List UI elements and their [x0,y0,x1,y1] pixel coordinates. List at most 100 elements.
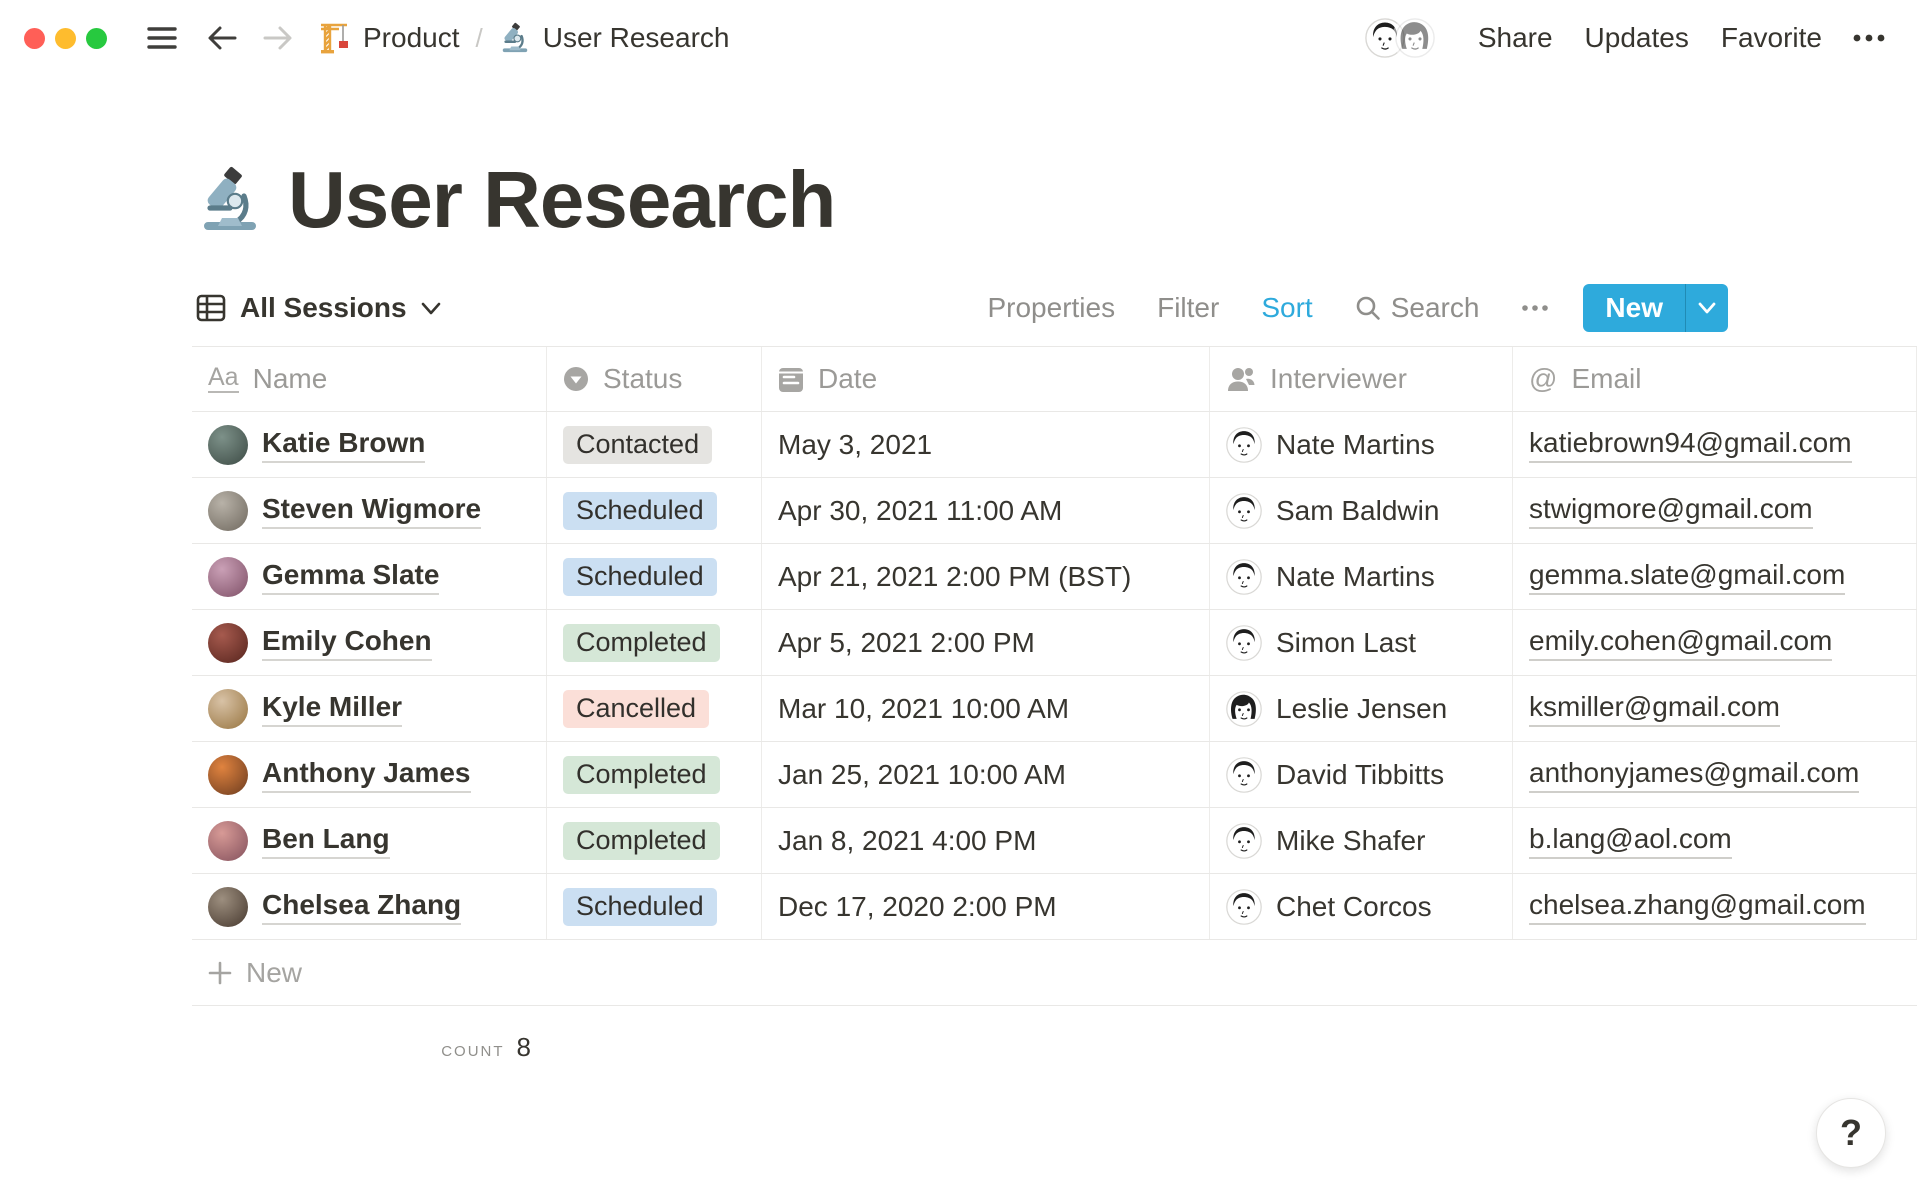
column-header-status[interactable]: Status [547,347,762,411]
date-cell[interactable]: Apr 5, 2021 2:00 PM [762,610,1210,675]
name-cell[interactable]: Kyle Miller [192,676,547,741]
table-row[interactable]: Katie Brown Contacted May 3, 2021 Nate Mart… [192,412,1917,478]
status-cell[interactable]: Scheduled [547,874,762,939]
back-arrow-icon[interactable] [207,25,237,51]
row-name-link[interactable]: Steven Wigmore [262,493,482,529]
email-link[interactable]: emily.cohen@gmail.com [1529,625,1833,661]
status-cell[interactable]: Contacted [547,412,762,477]
interviewer-cell[interactable]: Nate Martins [1210,412,1513,477]
email-link[interactable]: katiebrown94@gmail.com [1529,427,1852,463]
properties-button[interactable]: Properties [987,292,1115,324]
updates-button[interactable]: Updates [1585,22,1689,54]
interviewer-cell[interactable]: Simon Last [1210,610,1513,675]
status-cell[interactable]: Completed [547,742,762,807]
favorite-button[interactable]: Favorite [1721,22,1822,54]
status-cell[interactable]: Scheduled [547,478,762,543]
interviewer-avatar [1226,690,1262,727]
search-button[interactable]: Search [1355,292,1479,324]
row-name-link[interactable]: Gemma Slate [262,559,440,595]
email-cell[interactable]: emily.cohen@gmail.com [1513,610,1917,675]
email-link[interactable]: anthonyjames@gmail.com [1529,757,1860,793]
date-cell[interactable]: Apr 30, 2021 11:00 AM [762,478,1210,543]
name-cell[interactable]: Anthony James [192,742,547,807]
breadcrumb-item-product[interactable]: Product [317,21,460,55]
row-name-link[interactable]: Emily Cohen [262,625,432,661]
table-row[interactable]: Gemma Slate Scheduled Apr 21, 2021 2:00 PM… [192,544,1917,610]
email-cell[interactable]: stwigmore@gmail.com [1513,478,1917,543]
column-header-date[interactable]: Date [762,347,1210,411]
table-row[interactable]: Steven Wigmore Scheduled Apr 30, 2021 11:0… [192,478,1917,544]
minimize-window-button[interactable] [55,27,76,49]
name-cell[interactable]: Katie Brown [192,412,547,477]
date-cell[interactable]: Mar 10, 2021 10:00 AM [762,676,1210,741]
name-cell[interactable]: Chelsea Zhang [192,874,547,939]
date-cell[interactable]: Jan 25, 2021 10:00 AM [762,742,1210,807]
sidebar-menu-icon[interactable] [147,26,177,50]
zoom-window-button[interactable] [86,27,107,49]
table-footer-count[interactable]: COUNT 8 [192,1006,547,1063]
email-cell[interactable]: katiebrown94@gmail.com [1513,412,1917,477]
table-row[interactable]: Kyle Miller Cancelled Mar 10, 2021 10:00 A… [192,676,1917,742]
new-button[interactable]: New [1583,284,1685,332]
help-button[interactable]: ? [1816,1098,1886,1168]
name-cell[interactable]: Gemma Slate [192,544,547,609]
email-link[interactable]: gemma.slate@gmail.com [1529,559,1846,595]
email-cell[interactable]: b.lang@aol.com [1513,808,1917,873]
column-header-name[interactable]: Aa Name [192,347,547,411]
email-link[interactable]: chelsea.zhang@gmail.com [1529,889,1866,925]
table-row[interactable]: Anthony James Completed Jan 25, 2021 10:00… [192,742,1917,808]
name-cell[interactable]: Steven Wigmore [192,478,547,543]
interviewer-cell[interactable]: Nate Martins [1210,544,1513,609]
sort-button[interactable]: Sort [1261,292,1312,324]
interviewer-cell[interactable]: Sam Baldwin [1210,478,1513,543]
new-button-dropdown[interactable] [1685,284,1728,332]
microscope-icon[interactable] [196,166,264,234]
status-cell[interactable]: Scheduled [547,544,762,609]
column-header-email[interactable]: @ Email [1513,347,1917,411]
forward-arrow-icon[interactable] [263,25,293,51]
interviewer-avatar [1226,888,1262,925]
table-row[interactable]: Chelsea Zhang Scheduled Dec 17, 2020 2:00 … [192,874,1917,940]
status-cell[interactable]: Completed [547,808,762,873]
row-name-link[interactable]: Kyle Miller [262,691,403,727]
view-more-options-icon[interactable] [1521,304,1549,312]
row-name-link[interactable]: Anthony James [262,757,471,793]
date-cell[interactable]: May 3, 2021 [762,412,1210,477]
table-row[interactable]: Ben Lang Completed Jan 8, 2021 4:00 PM Mike… [192,808,1917,874]
breadcrumb-item-user-research[interactable]: User Research [499,22,729,54]
email-cell[interactable]: ksmiller@gmail.com [1513,676,1917,741]
email-cell[interactable]: chelsea.zhang@gmail.com [1513,874,1917,939]
filter-button[interactable]: Filter [1157,292,1219,324]
name-cell[interactable]: Emily Cohen [192,610,547,675]
status-cell[interactable]: Completed [547,610,762,675]
view-tab-all-sessions[interactable]: All Sessions [196,292,441,324]
date-cell[interactable]: Apr 21, 2021 2:00 PM (BST) [762,544,1210,609]
column-header-interviewer[interactable]: Interviewer [1210,347,1513,411]
interviewer-cell[interactable]: Leslie Jensen [1210,676,1513,741]
row-name-link[interactable]: Katie Brown [262,427,426,463]
email-cell[interactable]: anthonyjames@gmail.com [1513,742,1917,807]
table-row[interactable]: Emily Cohen Completed Apr 5, 2021 2:00 PM S… [192,610,1917,676]
interviewer-cell[interactable]: Chet Corcos [1210,874,1513,939]
collaborator-avatars [1361,15,1438,61]
row-name-link[interactable]: Chelsea Zhang [262,889,462,925]
interviewer-cell[interactable]: David Tibbitts [1210,742,1513,807]
interviewer-avatar [1226,624,1262,661]
more-options-icon[interactable] [1852,33,1886,43]
row-name-link[interactable]: Ben Lang [262,823,390,859]
email-link[interactable]: stwigmore@gmail.com [1529,493,1813,529]
date-cell[interactable]: Jan 8, 2021 4:00 PM [762,808,1210,873]
close-window-button[interactable] [24,27,45,49]
collaborator-avatar[interactable] [1391,15,1438,61]
email-link[interactable]: ksmiller@gmail.com [1529,691,1780,727]
email-cell[interactable]: gemma.slate@gmail.com [1513,544,1917,609]
email-link[interactable]: b.lang@aol.com [1529,823,1732,859]
interviewer-cell[interactable]: Mike Shafer [1210,808,1513,873]
new-row-button[interactable]: New [192,940,1917,1006]
date-cell[interactable]: Dec 17, 2020 2:00 PM [762,874,1210,939]
status-cell[interactable]: Cancelled [547,676,762,741]
table-body: Katie Brown Contacted May 3, 2021 Nate Mart… [192,412,1917,940]
column-label: Interviewer [1270,363,1407,394]
name-cell[interactable]: Ben Lang [192,808,547,873]
share-button[interactable]: Share [1478,22,1553,54]
